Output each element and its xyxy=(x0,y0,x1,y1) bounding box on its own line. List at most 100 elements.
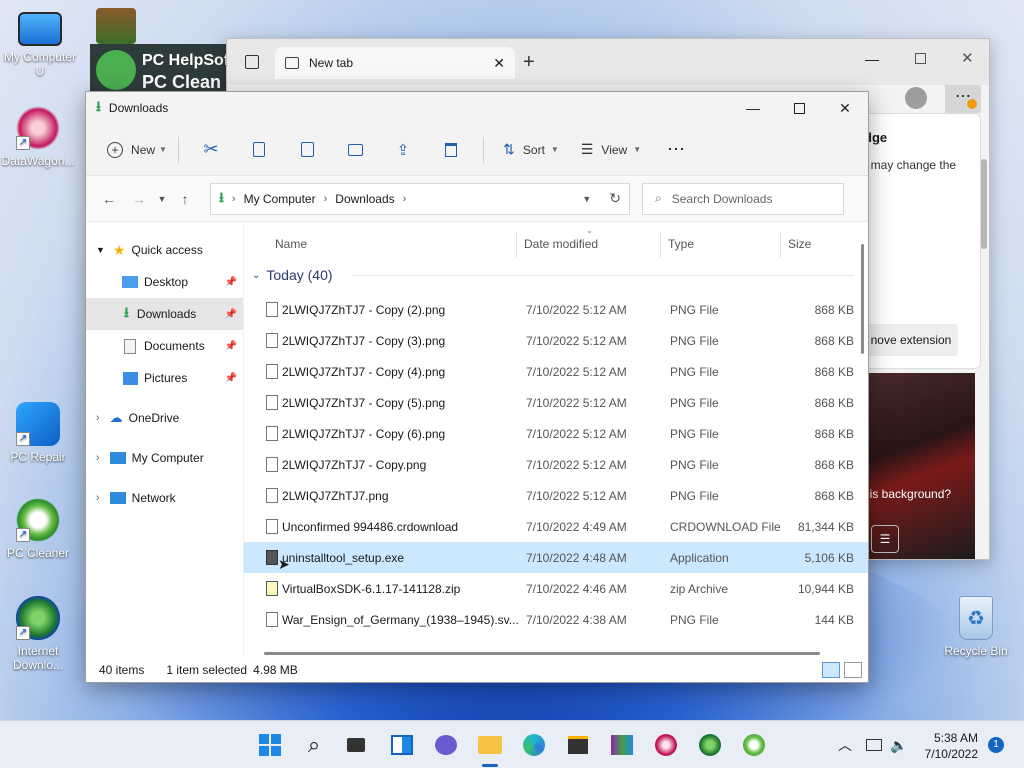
edge-profile-avatar[interactable] xyxy=(905,87,927,109)
table-row[interactable]: 2LWIQJ7ZhTJ7 - Copy (4).png 7/10/2022 5:1… xyxy=(244,356,868,387)
monitor-icon xyxy=(109,452,126,464)
column-date[interactable]: Date modified xyxy=(524,237,598,251)
edge-scrollbar[interactable] xyxy=(981,159,987,249)
back-button[interactable]: ← xyxy=(94,184,124,214)
new-tab-button[interactable]: + xyxy=(523,51,535,74)
network-status-icon[interactable] xyxy=(866,739,882,751)
maximize-button[interactable] xyxy=(776,92,822,124)
table-row[interactable]: 2LWIQJ7ZhTJ7 - Copy.png 7/10/2022 5:12 AM… xyxy=(244,449,868,480)
breadcrumb-my-computer[interactable]: My Computer xyxy=(244,192,316,206)
table-row[interactable]: War_Ensign_of_Germany_(1938–1945).sv... 7… xyxy=(244,604,868,635)
breadcrumb-downloads[interactable]: Downloads xyxy=(335,192,394,206)
desktop-icon-recycle-bin[interactable]: ♻ Recycle Bin xyxy=(936,596,1016,658)
vertical-scrollbar[interactable] xyxy=(861,244,864,354)
close-tab-icon[interactable]: ✕ xyxy=(493,55,505,72)
clock[interactable]: 5:38 AM 7/10/2022 xyxy=(925,730,978,762)
tiles-view-button[interactable] xyxy=(844,662,862,678)
delete-button[interactable] xyxy=(427,133,475,167)
task-view-button[interactable] xyxy=(340,729,372,761)
horizontal-scrollbar[interactable] xyxy=(264,652,820,655)
volume-icon[interactable]: 🔈 xyxy=(890,737,907,754)
forward-button[interactable]: → xyxy=(124,184,154,214)
new-button[interactable]: + New ▼ xyxy=(104,133,170,167)
search-button[interactable]: ⌕ xyxy=(298,729,330,761)
internet-download-taskbar-button[interactable] xyxy=(694,729,726,761)
details-view-button[interactable] xyxy=(822,662,840,678)
pc-cleaner-taskbar-button[interactable] xyxy=(738,729,770,761)
up-button[interactable]: ↑ xyxy=(170,184,200,214)
nav-pictures[interactable]: Pictures 📌 xyxy=(86,362,243,394)
refresh-icon[interactable]: ↻ xyxy=(609,190,621,207)
nav-onedrive[interactable]: › ☁ OneDrive xyxy=(86,402,243,434)
datawagon-taskbar-button[interactable] xyxy=(650,729,682,761)
nav-my-computer[interactable]: › My Computer xyxy=(86,442,243,474)
desktop-icon-pc-repair[interactable]: ↗ PC Repair xyxy=(0,402,78,464)
minimize-icon[interactable]: — xyxy=(865,51,879,67)
store-button[interactable] xyxy=(562,729,594,761)
table-row[interactable]: Unconfirmed 994486.crdownload 7/10/2022 4… xyxy=(244,511,868,542)
table-row[interactable]: 2LWIQJ7ZhTJ7.png 7/10/2022 5:12 AM PNG Fil… xyxy=(244,480,868,511)
helpsoft-product: PC Clean xyxy=(142,72,222,92)
desktop-icon-internet-download[interactable]: ↗ Internet Downlo... xyxy=(0,596,78,672)
recent-locations-button[interactable]: ▼ xyxy=(154,184,170,214)
desktop-icon-label: Recycle Bin xyxy=(944,644,1008,658)
start-button[interactable] xyxy=(254,729,286,761)
nav-network[interactable]: › Network xyxy=(86,482,243,514)
copy-button[interactable] xyxy=(235,133,283,167)
column-divider[interactable] xyxy=(660,232,661,258)
address-bar[interactable]: ⭳ › My Computer › Downloads › ▼ ↻ xyxy=(210,182,630,215)
desktop-icon-my-computer[interactable]: My Computer U xyxy=(0,12,80,78)
search-box[interactable]: ⌕ Search Downloads xyxy=(642,182,844,215)
address-dropdown-icon[interactable]: ▼ xyxy=(582,194,591,204)
column-type[interactable]: Type xyxy=(668,237,694,251)
column-size[interactable]: Size xyxy=(788,237,811,251)
desktop-icon-datawagon[interactable]: ↗ DataWagon... xyxy=(0,106,78,168)
rename-button[interactable] xyxy=(331,133,379,167)
table-row-selected[interactable]: uninstalltool_setup.exe 7/10/2022 4:48 AM… xyxy=(244,542,868,573)
paste-button[interactable] xyxy=(283,133,331,167)
minimize-button[interactable]: — xyxy=(730,92,776,124)
winrar-button[interactable] xyxy=(606,729,638,761)
nav-desktop[interactable]: Desktop 📌 xyxy=(86,266,243,298)
nav-label: Downloads xyxy=(136,307,197,321)
view-button[interactable]: ☰ View ▼ xyxy=(570,133,652,167)
maximize-icon[interactable] xyxy=(915,53,926,64)
close-icon[interactable]: ✕ xyxy=(961,49,974,67)
widgets-button[interactable] xyxy=(386,729,418,761)
column-name[interactable]: Name xyxy=(275,237,307,251)
file-explorer-taskbar-button[interactable] xyxy=(474,729,506,767)
nav-gap xyxy=(86,394,243,402)
file-size: 868 KB xyxy=(814,427,854,441)
nav-documents[interactable]: Documents 📌 xyxy=(86,330,243,362)
file-explorer-window[interactable]: ⭳ Downloads — ✕ + New ▼ ✂ ⇪ ⇅ Sort ▼ ☰ V… xyxy=(85,91,869,683)
cut-button[interactable]: ✂ xyxy=(187,133,235,167)
nav-downloads[interactable]: ⭳ Downloads 📌 xyxy=(86,298,243,330)
group-header-today[interactable]: ⌄ Today (40) xyxy=(244,264,868,286)
sort-button[interactable]: ⇅ Sort ▼ xyxy=(492,133,570,167)
table-row[interactable]: 2LWIQJ7ZhTJ7 - Copy (2).png 7/10/2022 5:1… xyxy=(244,294,868,325)
more-options-button[interactable]: ⋯ xyxy=(652,133,700,167)
nav-label: Pictures xyxy=(144,371,188,385)
share-button[interactable]: ⇪ xyxy=(379,133,427,167)
edge-tab-new[interactable]: New tab ✕ xyxy=(275,47,515,79)
menu-lines-icon[interactable]: ☰ xyxy=(871,525,899,553)
table-row[interactable]: 2LWIQJ7ZhTJ7 - Copy (6).png 7/10/2022 5:1… xyxy=(244,418,868,449)
notification-badge[interactable]: 1 xyxy=(988,737,1004,753)
nav-quick-access[interactable]: ▼ ★ Quick access xyxy=(86,234,243,266)
chat-button[interactable] xyxy=(430,729,462,761)
close-button[interactable]: ✕ xyxy=(822,92,868,124)
table-row[interactable]: 2LWIQJ7ZhTJ7 - Copy (3).png 7/10/2022 5:1… xyxy=(244,325,868,356)
column-divider[interactable] xyxy=(516,232,517,258)
table-row[interactable]: 2LWIQJ7ZhTJ7 - Copy (5).png 7/10/2022 5:1… xyxy=(244,387,868,418)
remove-extension-button[interactable]: nove extension xyxy=(864,324,958,356)
desktop-icon-pc-cleaner[interactable]: ↗ PC Cleaner xyxy=(0,498,78,560)
edge-menu-button[interactable]: ⋯ xyxy=(945,85,981,113)
chevron-up-icon[interactable]: ︿ xyxy=(838,735,852,755)
column-divider[interactable] xyxy=(780,232,781,258)
pin-icon: 📌 xyxy=(224,372,237,384)
pc-helpsoft-window[interactable]: PC HelpSoft PC Clean xyxy=(90,8,240,96)
edge-taskbar-button[interactable] xyxy=(518,729,550,761)
table-row[interactable]: VirtualBoxSDK-6.1.17-141128.zip 7/10/2022… xyxy=(244,573,868,604)
maximize-icon xyxy=(793,102,805,114)
tab-actions-icon[interactable] xyxy=(245,55,259,69)
